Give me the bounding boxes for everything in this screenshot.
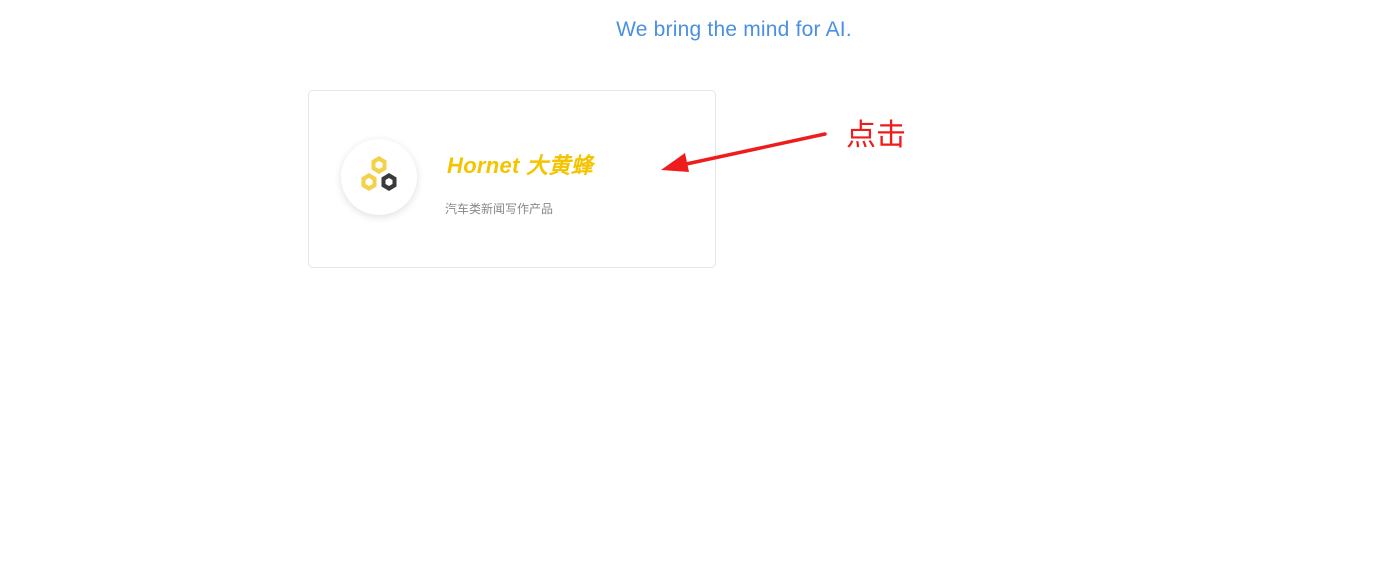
- red-arrow-icon: [661, 132, 827, 172]
- product-description: 汽车类新闻写作产品: [445, 202, 554, 216]
- product-card-hornet[interactable]: Hornet 大黄蜂 汽车类新闻写作产品: [308, 90, 716, 268]
- hexagon-cluster-icon: [361, 156, 397, 191]
- annotation-label: 点击: [846, 118, 906, 153]
- product-name: Hornet 大黄蜂: [447, 153, 594, 178]
- product-logo: [341, 139, 417, 215]
- tagline: We bring the mind for AI.: [616, 18, 852, 41]
